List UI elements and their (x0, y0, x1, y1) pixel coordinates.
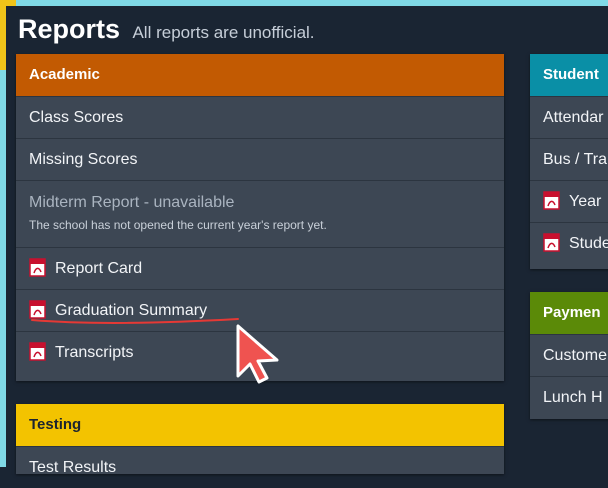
pdf-file-icon (543, 191, 560, 210)
year-report-link[interactable]: Year (530, 180, 608, 222)
student-report-link[interactable]: Stude (530, 222, 608, 264)
student-panel-header: Student (530, 54, 608, 96)
academic-panel-header: Academic (16, 54, 504, 96)
mouse-pointer-icon (236, 324, 279, 384)
page-subtitle: All reports are unofficial. (132, 23, 315, 42)
student-report-label: Stude (569, 235, 608, 252)
page-title: Reports (18, 14, 121, 44)
report-card-label: Report Card (55, 260, 143, 277)
lunch-history-link[interactable]: Lunch H (530, 376, 608, 418)
bus-transportation-link[interactable]: Bus / Tra (530, 138, 608, 180)
customer-label: Custome (543, 347, 608, 364)
reports-page: Reports All reports are unofficial. Acad… (6, 6, 608, 476)
lunch-history-label: Lunch H (543, 389, 603, 406)
pdf-file-icon (543, 233, 560, 252)
class-scores-label: Class Scores (29, 109, 124, 126)
pdf-file-icon (29, 342, 46, 361)
report-card-link[interactable]: Report Card (16, 247, 504, 289)
red-underline-annotation (31, 318, 239, 324)
midterm-report-note: The school has not opened the current ye… (29, 218, 327, 232)
test-results-label: Test Results (29, 459, 117, 476)
transcripts-label: Transcripts (55, 344, 134, 361)
missing-scores-link[interactable]: Missing Scores (16, 138, 504, 180)
payments-panel: Paymen Custome Lunch H (530, 292, 608, 419)
missing-scores-label: Missing Scores (29, 151, 138, 168)
class-scores-link[interactable]: Class Scores (16, 96, 504, 138)
midterm-report-item: Midterm Report - unavailable The school … (16, 180, 504, 247)
attendance-link[interactable]: Attendar (530, 96, 608, 138)
midterm-report-label: Midterm Report - unavailable (29, 194, 235, 211)
attendance-label: Attendar (543, 109, 604, 126)
bus-transportation-label: Bus / Tra (543, 151, 608, 168)
payments-panel-header: Paymen (530, 292, 608, 334)
testing-panel: Testing Test Results (16, 404, 504, 476)
test-results-link[interactable]: Test Results (16, 446, 504, 488)
page-header: Reports All reports are unofficial. (18, 14, 315, 45)
testing-panel-header: Testing (16, 404, 504, 446)
customer-link[interactable]: Custome (530, 334, 608, 376)
year-report-label: Year (569, 193, 602, 210)
student-panel: Student Attendar Bus / Tra Year Stude (530, 54, 608, 269)
pdf-file-icon (29, 258, 46, 277)
